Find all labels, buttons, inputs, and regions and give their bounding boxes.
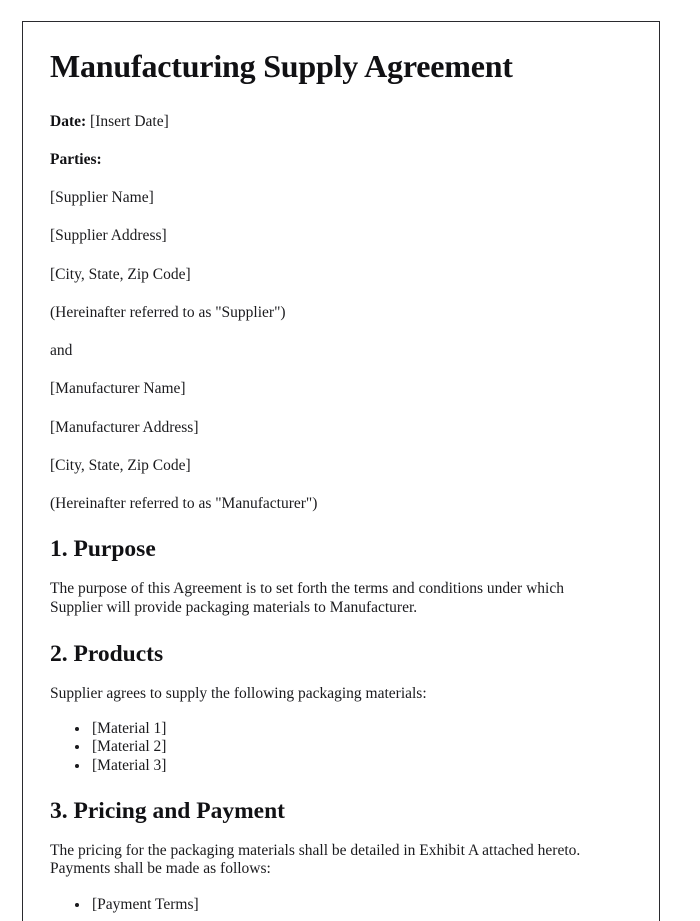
supplier-city-state-zip: [City, State, Zip Code] [50,265,191,283]
manufacturer-hereinafter: (Hereinafter referred to as "Manufacture… [50,494,318,512]
date-label: Date: [50,112,87,130]
supplier-hereinafter: (Hereinafter referred to as "Supplier") [50,303,286,321]
section-body-pricing: The pricing for the packaging materials … [50,841,581,878]
products-list: [Material 1] [Material 2] [Material 3] [50,720,617,774]
supplier-address: [Supplier Address] [50,227,167,245]
document-page: Manufacturing Supply Agreement Date: [In… [22,21,660,921]
list-item: [Material 2] [90,738,617,756]
parties-label: Parties: [50,150,617,169]
supplier-name: [Supplier Name] [50,189,154,207]
date-line: Date: [Insert Date] [50,112,617,131]
date-value: [Insert Date] [90,112,169,130]
list-item: [Payment Terms] [90,896,617,914]
section-body-purpose: The purpose of this Agreement is to set … [50,580,564,616]
list-item: [Material 3] [90,757,617,775]
document-body: Manufacturing Supply Agreement Date: [In… [23,22,659,921]
section-heading-purpose: 1. Purpose [50,536,156,563]
manufacturer-city-state-zip: [City, State, Zip Code] [50,456,191,474]
section-heading-pricing: 3. Pricing and Payment [50,797,285,824]
list-item: [Material 1] [90,720,617,738]
conjunction-and: and [50,342,73,360]
page-title: Manufacturing Supply Agreement [50,48,513,84]
payment-terms-list: [Payment Terms] [50,896,617,914]
section-heading-products: 2. Products [50,640,164,667]
section-body-products: Supplier agrees to supply the following … [50,684,427,702]
manufacturer-name: [Manufacturer Name] [50,380,186,398]
manufacturer-address: [Manufacturer Address] [50,418,199,436]
parties-label-text: Parties: [50,150,102,168]
